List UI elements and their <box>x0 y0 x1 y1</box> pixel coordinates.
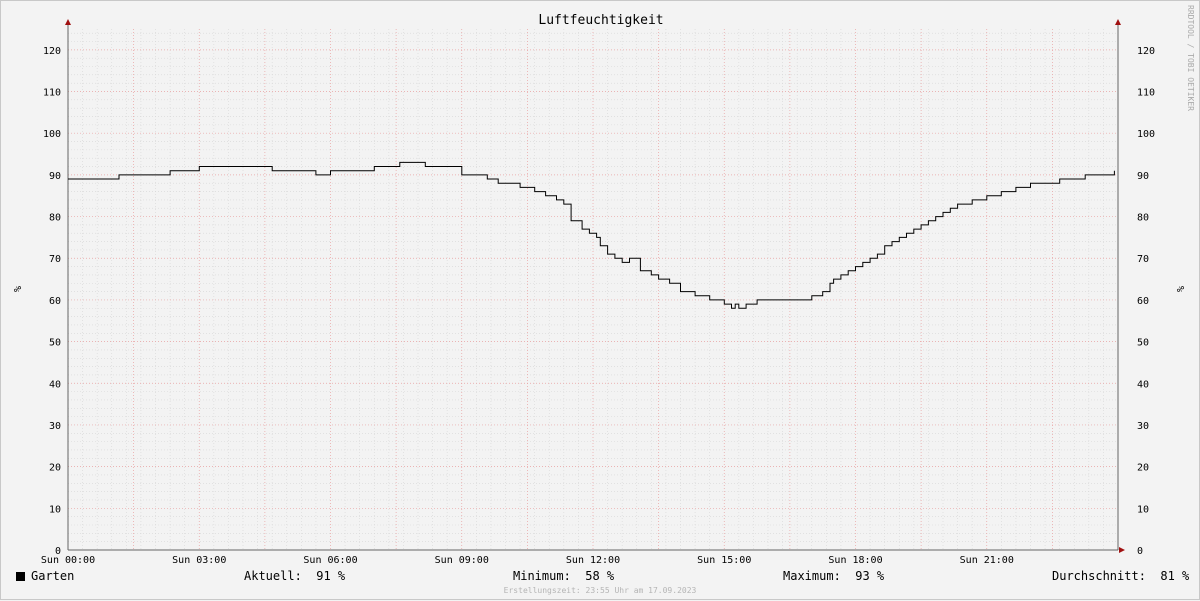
y-tick-label-right: 50 <box>1137 338 1149 349</box>
y-tick-label-right: 30 <box>1137 421 1149 432</box>
average-label: Durchschnitt: <box>1052 569 1146 583</box>
y-tick-label-left: 40 <box>49 379 61 390</box>
y-tick-label-right: 110 <box>1137 88 1155 99</box>
maximum-label: Maximum: <box>783 569 841 583</box>
y-tick-label-left: 60 <box>49 296 61 307</box>
y-tick-label-left: 100 <box>43 129 61 140</box>
average-stat: Durchschnitt: 81 % <box>1052 569 1189 583</box>
x-tick-label: Sun 06:00 <box>303 555 357 566</box>
y-tick-label-left: 80 <box>49 213 61 224</box>
x-tick-label: Sun 18:00 <box>828 555 882 566</box>
series-color-swatch <box>16 572 25 581</box>
minimum-value: 58 % <box>585 569 615 583</box>
y-axis-label-left: % <box>11 286 22 292</box>
humidity-chart: Luftfeuchtigkeit RRDTOOL / TOBI OETIKER … <box>11 5 1195 566</box>
y-tick-label-right: 0 <box>1137 546 1143 557</box>
y-axis-arrow-right <box>1115 19 1121 25</box>
average-value: 81 % <box>1160 569 1190 583</box>
y-tick-label-left: 10 <box>49 504 61 515</box>
minimum-label: Minimum: <box>513 569 571 583</box>
series-line-garten <box>68 161 1115 309</box>
y-tick-label-right: 70 <box>1137 254 1149 265</box>
x-tick-label: Sun 09:00 <box>435 555 489 566</box>
y-tick-label-right: 90 <box>1137 171 1149 182</box>
y-tick-label-right: 120 <box>1137 46 1155 57</box>
y-tick-label-right: 40 <box>1137 379 1149 390</box>
y-tick-label-right: 20 <box>1137 463 1149 474</box>
y-tick-label-left: 90 <box>49 171 61 182</box>
y-tick-label-left: 70 <box>49 254 61 265</box>
y-tick-label-left: 120 <box>43 46 61 57</box>
y-tick-label-left: 30 <box>49 421 61 432</box>
y-tick-label-left: 50 <box>49 338 61 349</box>
x-tick-label: Sun 03:00 <box>172 555 226 566</box>
y-axis-arrow-left <box>65 19 71 25</box>
rrdtool-watermark: RRDTOOL / TOBI OETIKER <box>1186 5 1195 111</box>
y-tick-label-right: 10 <box>1137 504 1149 515</box>
legend-entry-garten: Garten <box>16 569 74 583</box>
x-tick-label: Sun 00:00 <box>41 555 95 566</box>
y-tick-label-left: 110 <box>43 88 61 99</box>
maximum-value: 93 % <box>855 569 885 583</box>
x-tick-label: Sun 12:00 <box>566 555 620 566</box>
y-tick-label-left: 20 <box>49 463 61 474</box>
y-tick-label-right: 60 <box>1137 296 1149 307</box>
chart-title: Luftfeuchtigkeit <box>538 13 663 28</box>
legend-series-name: Garten <box>31 569 75 583</box>
creation-timestamp: Erstellungszeit: 23:55 Uhr am 17.09.2023 <box>503 586 697 595</box>
current-label: Aktuell: <box>244 569 302 583</box>
x-tick-label: Sun 15:00 <box>697 555 751 566</box>
y-axis-label-right: % <box>1174 286 1185 292</box>
current-value: 91 % <box>316 569 346 583</box>
y-tick-label-right: 100 <box>1137 129 1155 140</box>
graph-window: Luftfeuchtigkeit RRDTOOL / TOBI OETIKER … <box>0 0 1200 600</box>
x-tick-label: Sun 21:00 <box>960 555 1014 566</box>
x-axis-arrow <box>1119 547 1125 553</box>
y-tick-label-right: 80 <box>1137 213 1149 224</box>
current-stat: Aktuell: 91 % <box>244 569 345 583</box>
minimum-stat: Minimum: 58 % <box>513 569 614 583</box>
maximum-stat: Maximum: 93 % <box>783 569 884 583</box>
